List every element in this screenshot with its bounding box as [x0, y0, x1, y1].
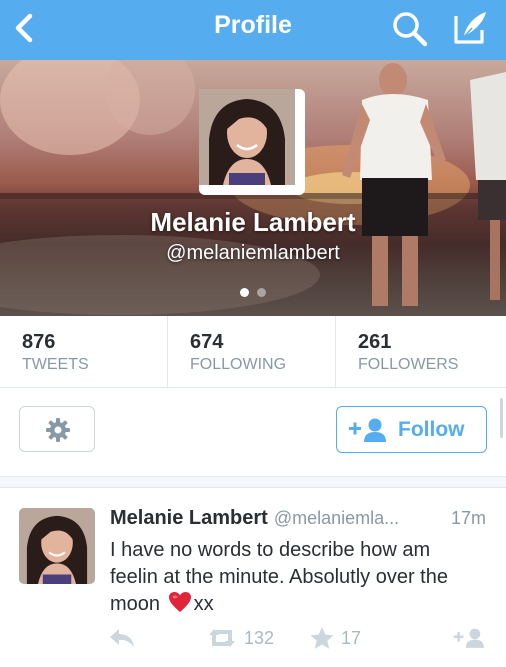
- follow-button[interactable]: Follow: [336, 406, 487, 453]
- tweet-author-handle[interactable]: @melaniemla...: [274, 508, 399, 528]
- red-heart-icon: [168, 592, 191, 612]
- add-user-icon: [349, 418, 386, 442]
- scrollbar[interactable]: [500, 398, 503, 438]
- stat-label: FOLLOWERS: [358, 356, 459, 373]
- settings-button[interactable]: [19, 406, 95, 452]
- stat-label: TWEETS: [22, 356, 89, 373]
- retweet-count: 132: [244, 627, 275, 648]
- reply-button[interactable]: [108, 626, 136, 654]
- profile-actions: Follow: [0, 388, 506, 476]
- retweet-icon: [209, 629, 235, 647]
- follow-button-label: Follow: [398, 418, 465, 441]
- stat-count: 261: [358, 331, 392, 353]
- tweet-timestamp: 17m: [450, 508, 486, 528]
- gear-icon: [46, 418, 70, 442]
- stat-count: 876: [22, 331, 56, 353]
- stat-following[interactable]: 674 FOLLOWING: [168, 316, 336, 387]
- tweet-avatar[interactable]: [19, 508, 95, 584]
- page-title: Profile: [214, 11, 292, 39]
- follow-author-button[interactable]: [452, 626, 488, 654]
- profile-name: Melanie Lambert: [150, 207, 356, 237]
- nav-bar: Profile: [0, 0, 506, 60]
- stat-followers[interactable]: 261 FOLLOWERS: [336, 316, 506, 387]
- reply-icon: [110, 629, 134, 647]
- page-dot-active: [240, 288, 249, 297]
- section-divider: [0, 476, 506, 488]
- profile-avatar[interactable]: [199, 89, 305, 195]
- tweet-header: Melanie Lambert @melaniemla... 17m: [110, 507, 490, 533]
- compose-icon[interactable]: [448, 6, 492, 50]
- header-page-indicator[interactable]: [0, 284, 506, 302]
- favorite-button[interactable]: 17: [309, 626, 361, 654]
- tweet-text: I have no words to describe how am feeli…: [110, 537, 480, 618]
- star-icon: [310, 627, 334, 649]
- profile-header-banner[interactable]: Melanie Lambert @melaniemlambert: [0, 60, 506, 316]
- favorite-count: 17: [341, 627, 362, 648]
- tweet-author-name[interactable]: Melanie Lambert: [110, 507, 268, 529]
- search-icon[interactable]: [390, 9, 430, 49]
- stat-tweets[interactable]: 876 TWEETS: [0, 316, 168, 387]
- tweet-text-tail: xx: [193, 593, 214, 615]
- stat-label: FOLLOWING: [190, 356, 287, 373]
- retweet-button[interactable]: 132: [206, 626, 274, 654]
- add-user-icon: [453, 628, 484, 648]
- tweet-text-body: I have no words to describe how am feeli…: [110, 539, 448, 615]
- tweet[interactable]: Melanie Lambert @melaniemla... 17m I have…: [0, 488, 506, 667]
- avatar-photo: [199, 89, 300, 190]
- stat-count: 674: [190, 331, 224, 353]
- tweet-actions: 132 17: [0, 626, 506, 656]
- profile-handle: @melaniemlambert: [166, 242, 340, 264]
- page-dot: [257, 288, 266, 297]
- profile-stats: 876 TWEETS 674 FOLLOWING 261 FOLLOWERS: [0, 316, 506, 388]
